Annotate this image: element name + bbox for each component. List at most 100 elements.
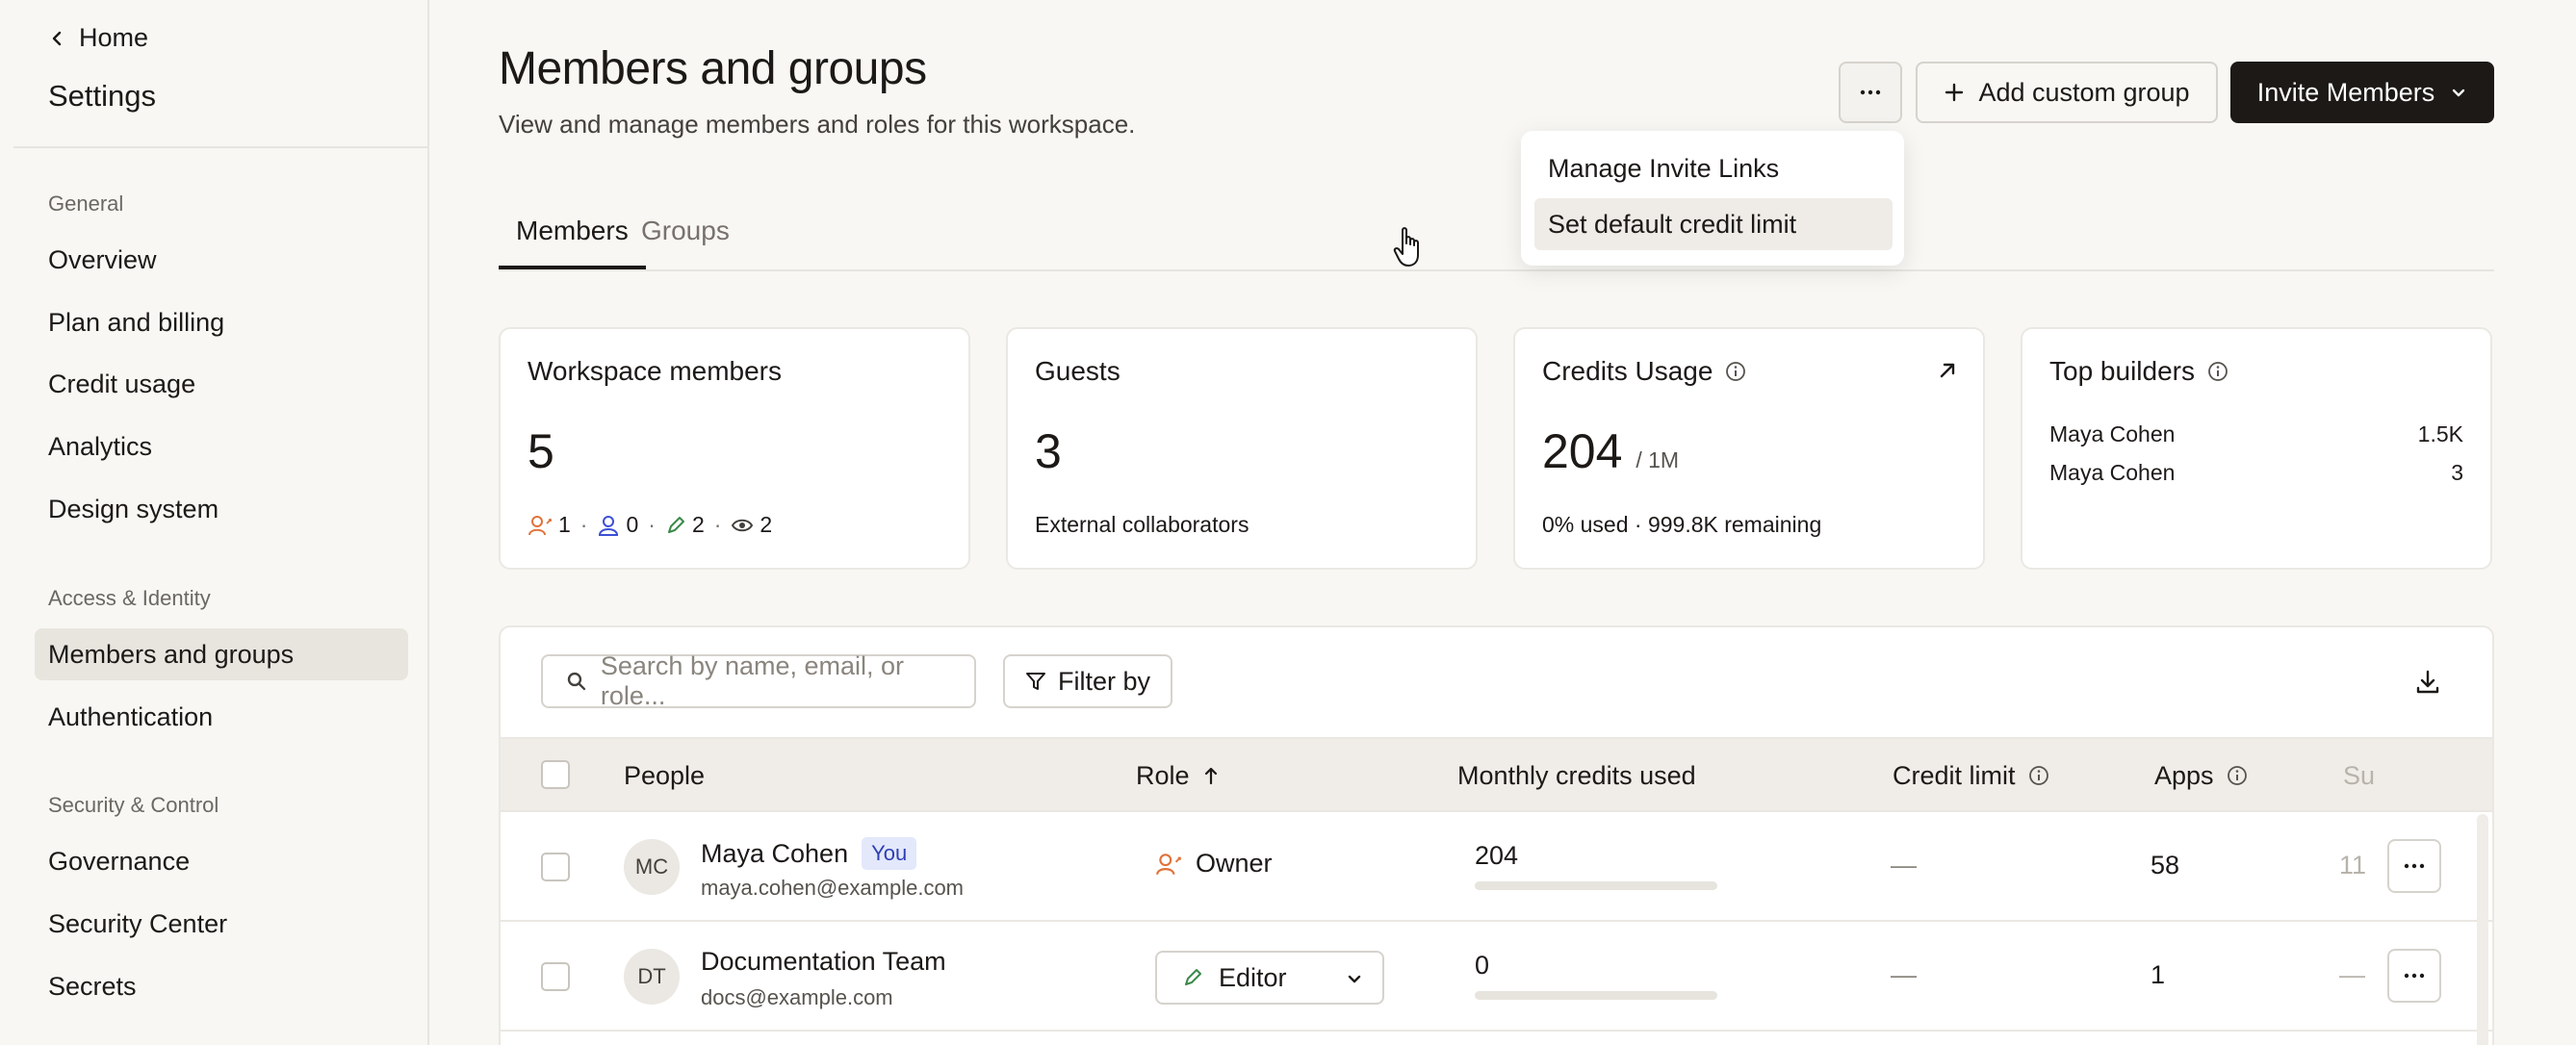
credits-used: 204 / 1M (1542, 424, 1680, 478)
column-header-credit-limit[interactable]: Credit limit (1893, 739, 2050, 812)
menu-item-manage-invite-links[interactable]: Manage Invite Links (1534, 142, 1893, 194)
role-breakdown: 1 · 0 · 2 · 2 (528, 512, 772, 538)
credit-limit-value: — (1891, 851, 1917, 879)
sidebar-item-secrets[interactable]: Secrets (35, 960, 408, 1012)
column-header-monthly-credits[interactable]: Monthly credits used (1457, 739, 1696, 812)
role-label: Owner (1155, 849, 1273, 879)
owner-count: 1 (528, 512, 571, 538)
sidebar-item-security-center[interactable]: Security Center (35, 898, 408, 950)
sidebar-divider (13, 146, 427, 148)
guests-card: Guests 3 External collaborators (1006, 327, 1478, 570)
sort-ascending-icon (1204, 767, 1217, 785)
arrow-up-right-icon[interactable] (1935, 358, 1960, 383)
sidebar-item-governance[interactable]: Governance (35, 835, 408, 887)
tab-groups[interactable]: Groups (624, 216, 747, 269)
info-icon[interactable] (1724, 360, 1747, 383)
sidebar-item-credit-usage[interactable]: Credit usage (35, 358, 408, 410)
home-label: Home (79, 23, 149, 52)
sidebar-item-design-system[interactable]: Design system (35, 483, 408, 535)
top-builders-card: Top builders Maya Cohen 1.5K Maya Cohen … (2021, 327, 2492, 570)
add-custom-group-label: Add custom group (1978, 77, 2190, 107)
row-checkbox[interactable] (541, 853, 570, 881)
download-icon[interactable] (2413, 668, 2442, 697)
member-name: Maya Cohen You (701, 837, 917, 870)
filter-icon (1025, 673, 1045, 690)
page-title: Members and groups (499, 43, 927, 94)
row-actions-button[interactable] (2387, 949, 2441, 1003)
invite-members-button[interactable]: Invite Members (2230, 62, 2494, 123)
more-horizontal-icon (1860, 89, 1881, 95)
chevron-left-icon (52, 31, 62, 45)
members-table-panel: Search by name, email, or role... Filter… (499, 625, 2494, 1045)
more-options-button[interactable] (1839, 62, 1902, 123)
role-select[interactable]: Editor (1155, 951, 1384, 1005)
builder-row: Maya Cohen 1.5K (2049, 421, 2463, 446)
sidebar-item-analytics[interactable]: Analytics (35, 421, 408, 472)
card-title: Guests (1035, 356, 1121, 386)
avatar: DT (624, 949, 680, 1005)
member-email: docs@example.com (701, 985, 893, 1009)
search-icon (567, 672, 586, 691)
editor-count: 2 (665, 512, 705, 538)
table-scrollbar[interactable] (2477, 814, 2488, 1045)
sidebar-item-authentication[interactable]: Authentication (35, 691, 408, 743)
add-custom-group-button[interactable]: Add custom group (1916, 62, 2218, 123)
pencil-icon (667, 516, 684, 533)
credits-used-value: 0 (1475, 951, 1490, 980)
section-label-access: Access & Identity (48, 586, 211, 610)
pencil-icon (1185, 969, 1201, 985)
page-subtitle: View and manage members and roles for th… (499, 110, 1136, 139)
truncated-value: — (2339, 960, 2365, 989)
settings-sidebar: Home Settings General Overview Plan and … (13, 0, 429, 1045)
builder-row: Maya Cohen 3 (2049, 460, 2463, 485)
table-row[interactable]: MC Maya Cohen You maya.cohen@example.com… (501, 812, 2492, 922)
credits-progress-bar (1475, 991, 1717, 1000)
workspace-members-count: 5 (528, 424, 554, 478)
plus-icon (1945, 83, 1964, 102)
search-placeholder: Search by name, email, or role... (600, 651, 905, 710)
truncated-value: 11 (2339, 851, 2367, 879)
tab-bar: Members Groups (499, 208, 2494, 271)
filter-button[interactable]: Filter by (1003, 654, 1172, 708)
row-checkbox[interactable] (541, 962, 570, 991)
search-input[interactable]: Search by name, email, or role... (541, 651, 976, 710)
info-icon[interactable] (2027, 764, 2050, 787)
filter-label: Filter by (1057, 666, 1151, 696)
credits-usage-card[interactable]: Credits Usage 204 / 1M 0% used · 999.8K … (1513, 327, 1985, 570)
section-label-security: Security & Control (48, 793, 219, 817)
row-actions-button[interactable] (2387, 839, 2441, 893)
sidebar-item-members-groups[interactable]: Members and groups (35, 628, 408, 680)
menu-item-set-default-credit-limit[interactable]: Set default credit limit (1534, 198, 1893, 250)
column-header-role[interactable]: Role (1136, 739, 1221, 812)
info-icon[interactable] (2206, 360, 2229, 383)
admin-icon (599, 515, 619, 536)
info-icon[interactable] (2226, 764, 2249, 787)
more-options-menu: Manage Invite Links Set default credit l… (1521, 131, 1904, 266)
table-row[interactable]: DT Documentation Team docs@example.com E… (501, 922, 2492, 1032)
member-email: maya.cohen@example.com (701, 876, 965, 900)
credits-caption: 0% used · 999.8K remaining (1542, 512, 1822, 537)
workspace-members-card: Workspace members 5 1 · 0 · 2 · 2 (499, 327, 970, 570)
column-header-truncated[interactable]: Su (2343, 739, 2375, 812)
main-content: Members and groups View and manage membe… (431, 0, 2576, 1045)
you-badge: You (862, 837, 917, 870)
home-link[interactable]: Home (48, 23, 148, 53)
guests-caption: External collaborators (1035, 512, 1249, 537)
card-title: Workspace members (528, 356, 783, 386)
hand-pointer-cursor (1393, 227, 1419, 267)
column-header-people[interactable]: People (624, 739, 705, 812)
avatar: MC (624, 839, 680, 895)
chevron-down-icon (1348, 975, 1361, 983)
credit-limit-value: — (1891, 960, 1917, 989)
sidebar-item-overview[interactable]: Overview (35, 234, 408, 286)
select-all-checkbox[interactable] (541, 760, 570, 789)
viewer-count: 2 (731, 512, 772, 538)
more-horizontal-icon (2404, 973, 2425, 979)
column-header-apps[interactable]: Apps (2154, 739, 2249, 812)
sidebar-title: Settings (48, 79, 157, 113)
member-name: Documentation Team (701, 947, 946, 976)
sidebar-item-plan-billing[interactable]: Plan and billing (35, 296, 408, 348)
section-label-general: General (48, 191, 124, 216)
credits-used-value: 204 (1475, 841, 1519, 870)
eye-icon (732, 519, 754, 531)
